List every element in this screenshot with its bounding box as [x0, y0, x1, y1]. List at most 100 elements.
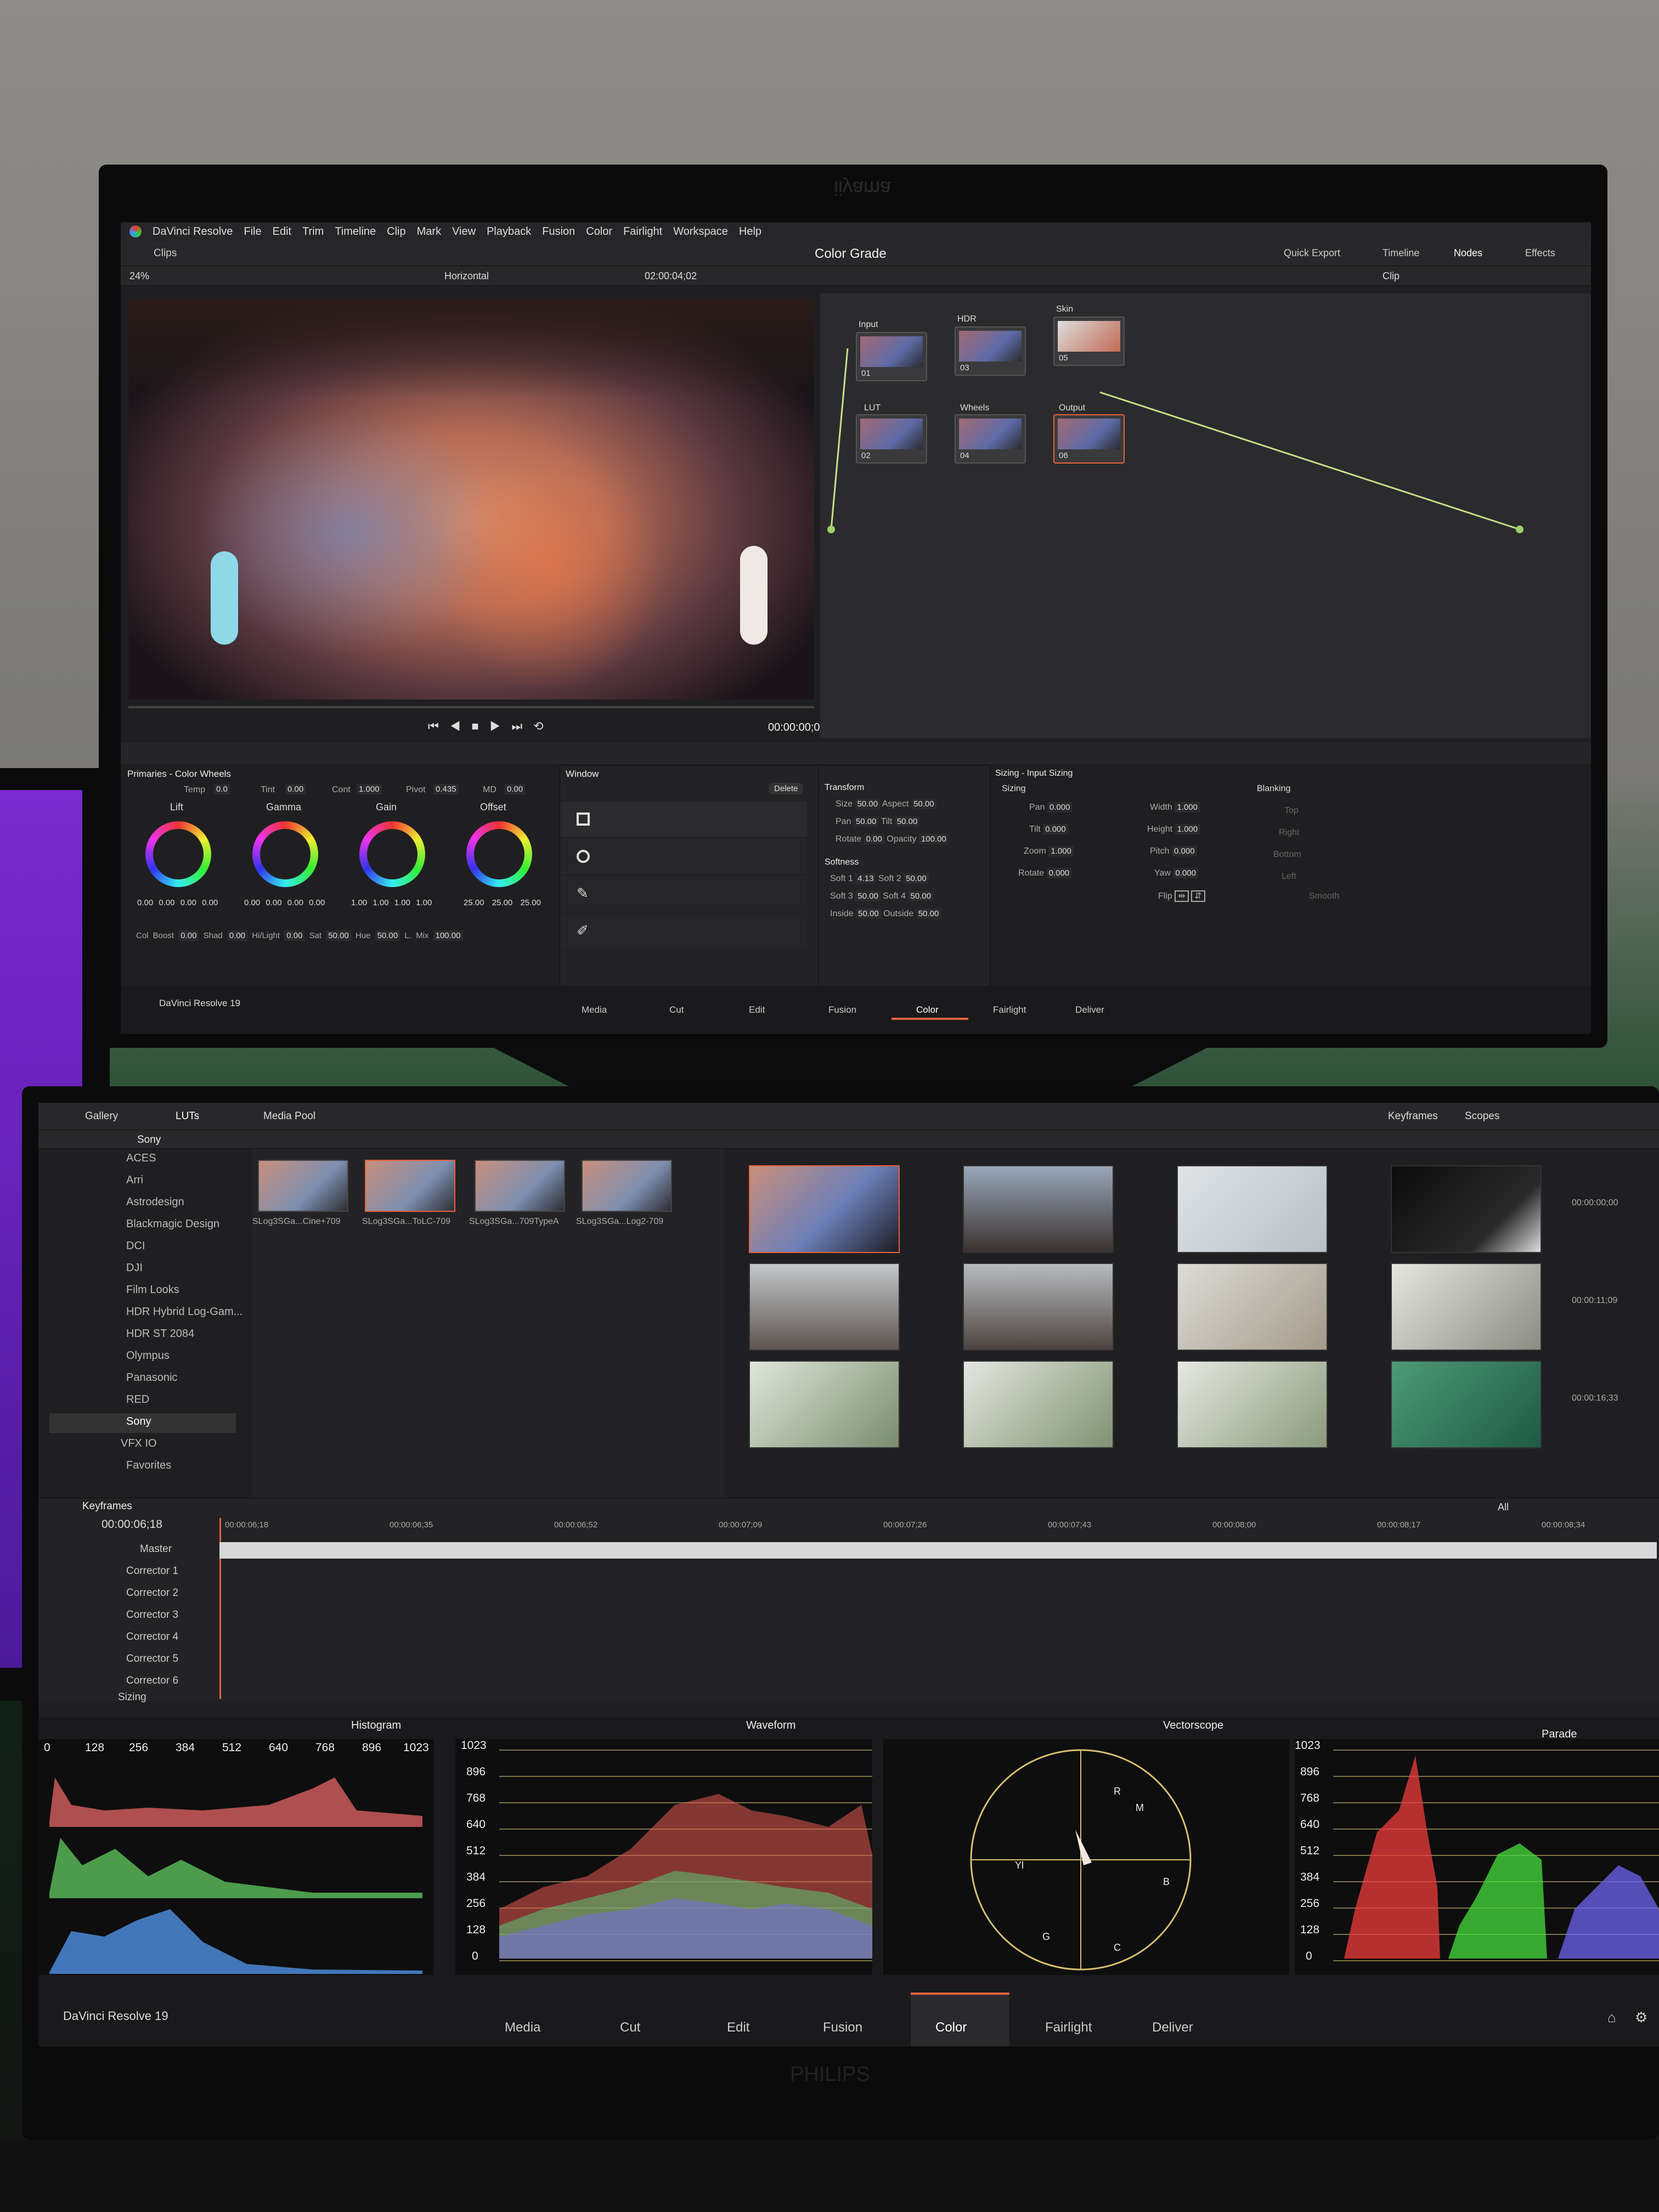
sizing-width[interactable]: Width 1.000: [1150, 802, 1200, 812]
lut-folder[interactable]: RED: [126, 1393, 149, 1406]
effects-toggle[interactable]: Effects: [1525, 247, 1555, 259]
transport-controls[interactable]: ⏮◀■▶⏭⟲: [428, 719, 555, 733]
window-delete-button[interactable]: Delete: [769, 783, 804, 794]
clip-thumb[interactable]: [1391, 1165, 1542, 1253]
quick-export-button[interactable]: Quick Export: [1284, 247, 1340, 259]
gamma-values[interactable]: 0.00 0.00 0.00 0.00: [244, 898, 325, 907]
node-03[interactable]: 03: [955, 326, 1026, 376]
clip-thumb[interactable]: [1391, 1263, 1542, 1351]
node-04[interactable]: 04: [955, 414, 1026, 464]
tab-cut[interactable]: Cut: [620, 2020, 640, 2035]
sizing-zoom[interactable]: Zoom 1.000: [1024, 846, 1074, 856]
clip-thumb[interactable]: [1177, 1165, 1328, 1253]
tab-cut[interactable]: Cut: [669, 1005, 684, 1015]
clip-thumb[interactable]: [963, 1165, 1114, 1253]
tab-color[interactable]: Color: [916, 1005, 939, 1015]
nodes-toggle[interactable]: Nodes: [1454, 247, 1482, 259]
lut-thumb[interactable]: [365, 1160, 455, 1212]
lut-folder[interactable]: Olympus: [126, 1350, 170, 1362]
transform-row-1[interactable]: Size 50.00 Aspect 50.00: [836, 799, 936, 809]
tab-color[interactable]: Color: [935, 2020, 967, 2035]
gamma-wheel[interactable]: [252, 821, 318, 887]
lut-folder[interactable]: Film Looks: [126, 1284, 179, 1296]
sizing-pitch[interactable]: Pitch 0.000: [1150, 846, 1197, 856]
track-label[interactable]: Corrector 1: [126, 1565, 178, 1577]
lut-folder[interactable]: Blackmagic Design: [126, 1218, 219, 1231]
tab-deliver[interactable]: Deliver: [1075, 1005, 1104, 1015]
tab-fairlight[interactable]: Fairlight: [1045, 2020, 1092, 2035]
offset-wheel[interactable]: [466, 821, 532, 887]
menu-fusion[interactable]: Fusion: [542, 225, 575, 238]
favorites-folder[interactable]: Favorites: [126, 1459, 171, 1472]
luts-tab[interactable]: LUTs: [176, 1110, 199, 1122]
clip-thumb[interactable]: [749, 1165, 900, 1253]
sizing-tilt[interactable]: Tilt 0.000: [1029, 824, 1068, 834]
gallery-tab[interactable]: Gallery: [85, 1110, 118, 1122]
window-gradient-row[interactable]: ✐: [560, 913, 807, 949]
tab-edit[interactable]: Edit: [749, 1005, 765, 1015]
breadcrumb[interactable]: Sony: [137, 1134, 161, 1146]
gear-icon[interactable]: ⚙: [1635, 2009, 1647, 2026]
menu-playback[interactable]: Playback: [487, 225, 531, 238]
menu-trim[interactable]: Trim: [302, 225, 324, 238]
waveform-dropdown[interactable]: Waveform: [746, 1719, 795, 1732]
temp-value[interactable]: 0.0: [214, 784, 230, 794]
tab-fusion[interactable]: Fusion: [823, 2020, 862, 2035]
lut-folder[interactable]: HDR ST 2084: [126, 1328, 194, 1340]
timeline-toggle[interactable]: Timeline: [1383, 247, 1419, 259]
menu-timeline[interactable]: Timeline: [335, 225, 376, 238]
master-track[interactable]: [219, 1542, 1657, 1559]
keyframes-filter-dropdown[interactable]: All: [1498, 1502, 1509, 1513]
blanking-smooth[interactable]: Smooth: [1309, 891, 1339, 901]
node-graph[interactable]: Input 01 HDR 03 Skin 05 LUT 02 Wheels 04…: [820, 294, 1591, 738]
clip-thumb[interactable]: [1177, 1263, 1328, 1351]
softness-row-3[interactable]: Inside 50.00 Outside 50.00: [830, 909, 941, 919]
menu-fairlight[interactable]: Fairlight: [623, 225, 662, 238]
softness-row-2[interactable]: Soft 3 50.00 Soft 4 50.00: [830, 891, 934, 901]
sizing-pan[interactable]: Pan 0.000: [1029, 802, 1073, 812]
track-label[interactable]: Corrector 4: [126, 1631, 178, 1643]
track-label[interactable]: Corrector 5: [126, 1653, 178, 1665]
track-label[interactable]: Corrector 2: [126, 1587, 178, 1599]
blanking-left[interactable]: Left: [1282, 872, 1296, 882]
md-value[interactable]: 0.00: [505, 784, 526, 794]
window-pen-row[interactable]: ✎: [560, 876, 807, 911]
keyframes-toggle[interactable]: Keyframes: [1388, 1110, 1438, 1122]
viewer-image[interactable]: [128, 299, 814, 699]
flip-v-icon[interactable]: ⇵: [1191, 890, 1205, 902]
clip-dropdown[interactable]: Clip: [1383, 270, 1400, 282]
lut-folder[interactable]: VFX IO: [121, 1437, 157, 1450]
clip-thumb[interactable]: [1177, 1361, 1328, 1448]
menu-edit[interactable]: Edit: [273, 225, 291, 238]
tab-deliver[interactable]: Deliver: [1152, 2020, 1193, 2035]
lift-values[interactable]: 0.00 0.00 0.00 0.00: [137, 898, 218, 907]
tab-media[interactable]: Media: [582, 1005, 607, 1015]
sizing-flip[interactable]: Flip ⇹ ⇵: [1158, 890, 1205, 902]
menu-davinci[interactable]: DaVinci Resolve: [153, 225, 233, 238]
zoom-dropdown[interactable]: 24%: [129, 270, 149, 282]
node-06[interactable]: 06: [1053, 414, 1125, 464]
track-label[interactable]: Corrector 6: [126, 1675, 178, 1687]
cont-value[interactable]: 1.000: [357, 784, 382, 794]
tint-value[interactable]: 0.00: [285, 784, 306, 794]
clip-thumb[interactable]: [963, 1361, 1114, 1448]
gain-values[interactable]: 1.00 1.00 1.00 1.00: [351, 898, 432, 907]
clip-thumb[interactable]: [749, 1361, 900, 1448]
lut-folder[interactable]: ACES: [126, 1152, 156, 1165]
clip-thumb[interactable]: [749, 1263, 900, 1351]
lut-thumb[interactable]: [582, 1160, 672, 1212]
histogram-dropdown[interactable]: Histogram: [351, 1719, 401, 1732]
viewer-scrubber[interactable]: [128, 706, 814, 708]
window-circle-row[interactable]: [560, 839, 807, 874]
node-05[interactable]: 05: [1053, 317, 1125, 366]
window-square-row[interactable]: [560, 802, 807, 837]
media-pool-tab[interactable]: Media Pool: [263, 1110, 315, 1122]
menu-color[interactable]: Color: [586, 225, 612, 238]
tab-fairlight[interactable]: Fairlight: [993, 1005, 1026, 1015]
clips-dropdown[interactable]: Clips: [154, 247, 177, 259]
lut-folder-selected[interactable]: Sony: [126, 1415, 151, 1428]
lut-folder[interactable]: Arri: [126, 1174, 143, 1187]
pivot-value[interactable]: 0.435: [433, 784, 459, 794]
clip-thumb[interactable]: [963, 1263, 1114, 1351]
menu-mark[interactable]: Mark: [417, 225, 441, 238]
